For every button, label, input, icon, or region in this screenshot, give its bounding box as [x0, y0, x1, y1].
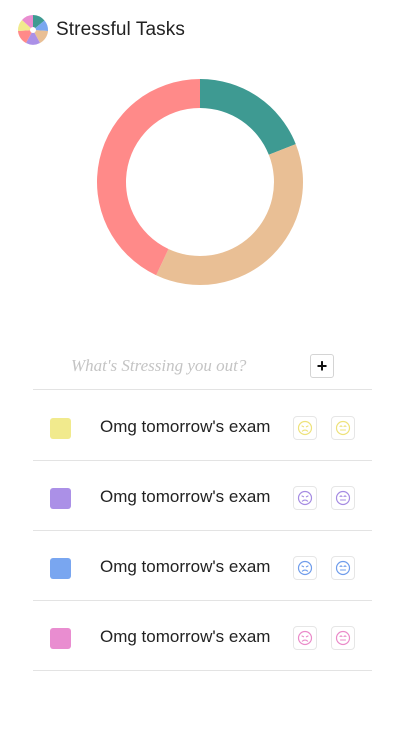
- neutral-face-icon: [335, 420, 351, 436]
- app-header: Stressful Tasks: [17, 14, 185, 46]
- donut-chart-svg: [97, 79, 304, 286]
- stress-donut-chart: [96, 78, 304, 286]
- task-label: Omg tomorrow's exam: [100, 487, 271, 506]
- neutral-face-button[interactable]: [331, 486, 355, 510]
- neutral-face-button[interactable]: [331, 626, 355, 650]
- sad-face-button[interactable]: [293, 626, 317, 650]
- sad-face-icon: [297, 630, 313, 646]
- app-title: Stressful Tasks: [56, 19, 185, 40]
- pinwheel-logo-icon: [17, 15, 49, 45]
- donut-slice-2: [156, 144, 304, 286]
- task-row: Omg tomorrow's exam: [33, 391, 372, 461]
- sad-face-icon: [297, 420, 313, 436]
- task-label: Omg tomorrow's exam: [100, 627, 271, 646]
- sad-face-button[interactable]: [293, 556, 317, 580]
- task-list: Omg tomorrow's exam Omg tomorrow's exam Om…: [33, 391, 372, 671]
- sad-face-button[interactable]: [293, 416, 317, 440]
- task-input[interactable]: [71, 352, 291, 380]
- task-color-swatch: [50, 488, 71, 509]
- task-row: Omg tomorrow's exam: [33, 601, 372, 671]
- donut-slice-3: [97, 79, 200, 276]
- neutral-face-icon: [335, 490, 351, 506]
- sad-face-icon: [297, 490, 313, 506]
- neutral-face-button[interactable]: [331, 556, 355, 580]
- new-task-row: +: [33, 346, 372, 390]
- add-task-button[interactable]: +: [310, 354, 334, 378]
- task-label: Omg tomorrow's exam: [100, 557, 271, 576]
- neutral-face-button[interactable]: [331, 416, 355, 440]
- sad-face-icon: [297, 560, 313, 576]
- sad-face-button[interactable]: [293, 486, 317, 510]
- task-color-swatch: [50, 558, 71, 579]
- task-row: Omg tomorrow's exam: [33, 531, 372, 601]
- donut-slice-1: [200, 79, 296, 155]
- task-color-swatch: [50, 628, 71, 649]
- neutral-face-icon: [335, 630, 351, 646]
- task-color-swatch: [50, 418, 71, 439]
- task-label: Omg tomorrow's exam: [100, 417, 271, 436]
- neutral-face-icon: [335, 560, 351, 576]
- task-row: Omg tomorrow's exam: [33, 461, 372, 531]
